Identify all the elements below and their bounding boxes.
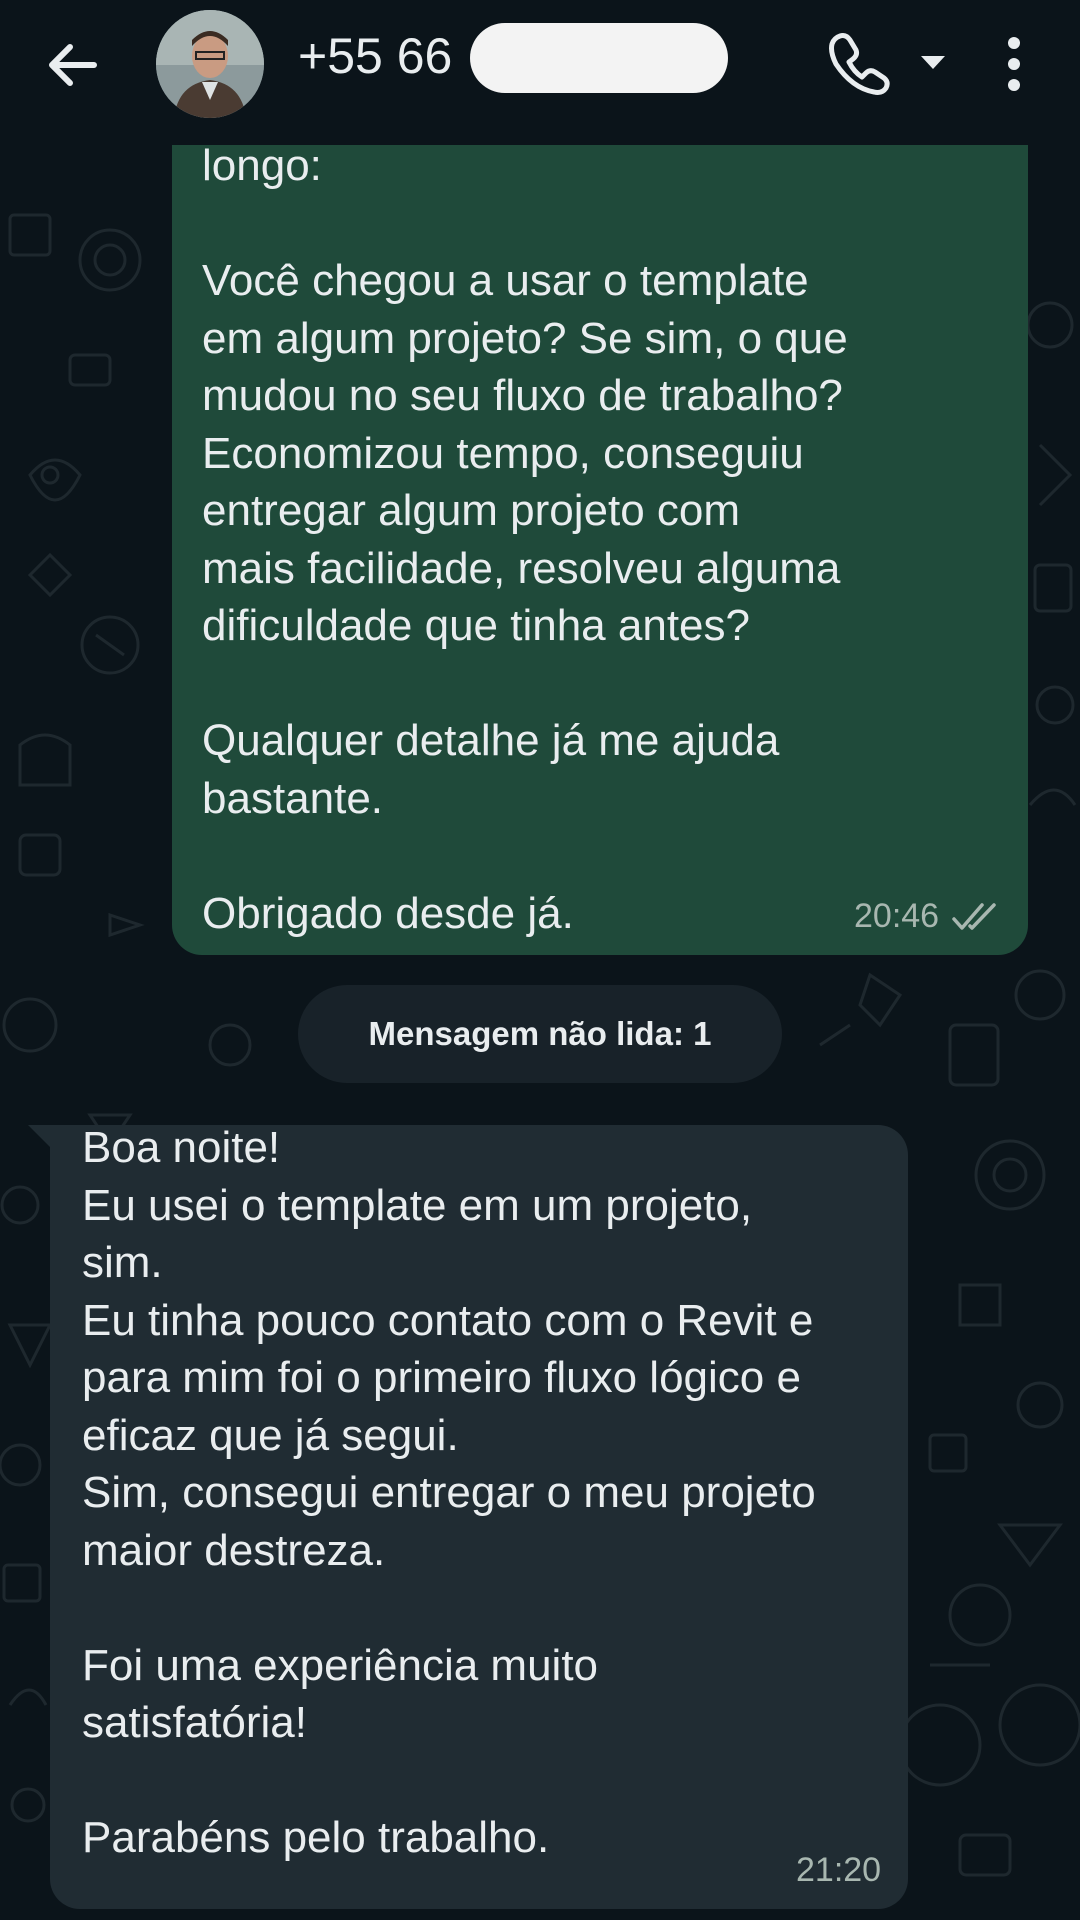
chat-area[interactable]: longo: Você chegou a usar o template em … [0,145,1080,1920]
avatar-photo [156,10,264,118]
phone-call-icon[interactable] [826,30,892,96]
unread-messages-divider: Mensagem não lida: 1 [298,985,782,1083]
more-vertical-icon[interactable] [1000,34,1028,94]
incoming-message-text: Boa noite! Eu usei o template em um proj… [82,1123,816,1862]
chat-header: +55 66 [0,0,1080,145]
contact-number[interactable]: +55 66 [298,26,452,86]
back-arrow-icon[interactable] [42,35,102,95]
double-check-read-icon [952,903,996,930]
incoming-message-bubble[interactable]: Boa noite! Eu usei o template em um proj… [50,1123,908,1909]
redacted-number-mask [470,23,728,93]
avatar[interactable] [156,10,264,118]
message-timestamp: 21:20 [796,1851,882,1889]
outgoing-message-text: longo: Você chegou a usar o template em … [202,145,848,938]
outgoing-message-bubble[interactable]: longo: Você chegou a usar o template em … [172,145,1028,955]
dropdown-caret-icon[interactable] [918,52,948,72]
message-timestamp: 20:46 [854,897,940,935]
